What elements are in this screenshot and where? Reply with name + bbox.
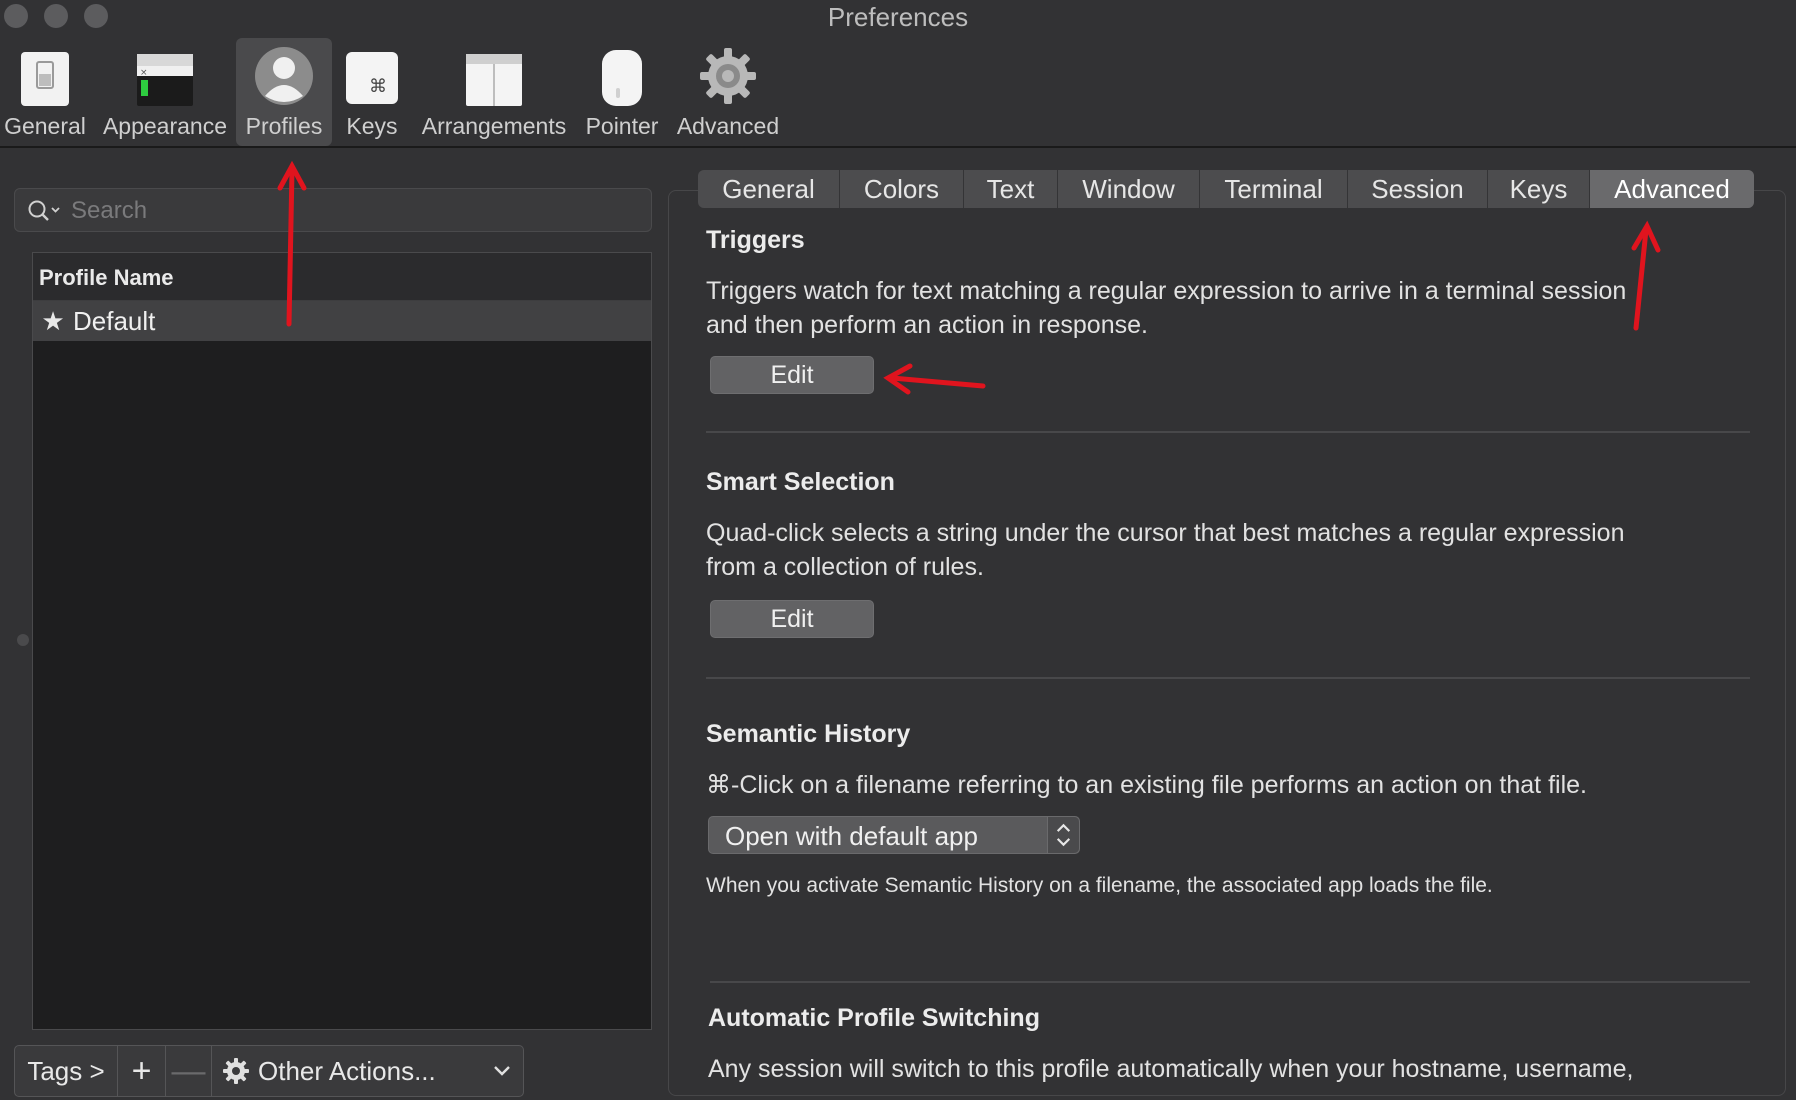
selected-action: Open with default app: [725, 821, 978, 851]
triggers-description-line2: and then perform an action in response.: [706, 311, 1148, 339]
profile-name-column-header[interactable]: Profile Name: [33, 253, 651, 301]
toolbar-general[interactable]: General: [0, 38, 90, 146]
toolbar-profiles[interactable]: Profiles: [236, 38, 332, 146]
svg-text:⌘: ⌘: [369, 76, 387, 97]
section-divider: [706, 677, 1750, 679]
automatic-profile-switching-heading: Automatic Profile Switching: [708, 1004, 1040, 1032]
semantic-history-note: When you activate Semantic History on a …: [706, 874, 1493, 897]
window-title: Preferences: [827, 2, 969, 32]
search-input[interactable]: [71, 195, 631, 227]
toolbar-appearance[interactable]: × Appearance: [100, 38, 230, 146]
section-divider: [710, 981, 1750, 983]
semantic-history-action-select[interactable]: Open with default app: [708, 816, 1080, 854]
chevron-down-icon: [494, 1066, 510, 1076]
tab-keys[interactable]: Keys: [1488, 170, 1590, 208]
appearance-window-icon: ×: [137, 54, 193, 106]
smart-selection-description-line1: Quad-click selects a string under the cu…: [706, 519, 1625, 547]
profile-row-default[interactable]: ★ Default: [33, 301, 651, 341]
gear-icon: [700, 48, 756, 104]
tab-general[interactable]: General: [698, 170, 840, 208]
gear-icon: [223, 1058, 249, 1084]
tab-terminal[interactable]: Terminal: [1200, 170, 1348, 208]
preferences-toolbar: General × Appearance Profiles ⌘ Keys Arr…: [0, 38, 1796, 148]
star-icon: ★: [41, 305, 65, 336]
smart-selection-heading: Smart Selection: [706, 468, 895, 496]
add-profile-button[interactable]: +: [118, 1045, 166, 1097]
edit-smart-selection-button[interactable]: Edit: [710, 600, 874, 638]
edit-triggers-button[interactable]: Edit: [710, 356, 874, 394]
remove-profile-button[interactable]: —: [166, 1045, 212, 1097]
toolbar-advanced[interactable]: Advanced: [670, 38, 786, 146]
other-actions-menu[interactable]: Other Actions...: [212, 1045, 524, 1097]
svg-text:×: ×: [140, 68, 148, 78]
up-down-chevron-icon: [1047, 817, 1079, 853]
semantic-history-heading: Semantic History: [706, 720, 911, 748]
tab-window[interactable]: Window: [1058, 170, 1200, 208]
general-switch-icon: [21, 52, 69, 106]
title-bar: Preferences: [0, 0, 1796, 36]
profile-settings-tabs: General Colors Text Window Terminal Sess…: [698, 170, 1754, 208]
search-icon: [28, 200, 60, 221]
profile-list: Profile Name ★ Default: [32, 252, 652, 1030]
tab-colors[interactable]: Colors: [840, 170, 964, 208]
command-key-icon: ⌘: [346, 52, 398, 104]
triggers-description-line1: Triggers watch for text matching a regul…: [706, 277, 1627, 305]
tab-advanced[interactable]: Advanced: [1590, 170, 1754, 208]
profile-search-field[interactable]: [14, 188, 652, 232]
tab-session[interactable]: Session: [1348, 170, 1488, 208]
automatic-profile-switching-description: Any session will switch to this profile …: [708, 1055, 1634, 1083]
section-divider: [706, 431, 1750, 433]
split-view-handle[interactable]: [17, 634, 29, 646]
smart-selection-description-line2: from a collection of rules.: [706, 553, 984, 581]
tab-text[interactable]: Text: [964, 170, 1058, 208]
tags-button[interactable]: Tags >: [14, 1045, 118, 1097]
toolbar-keys[interactable]: ⌘ Keys: [336, 38, 408, 146]
semantic-history-description: ⌘-Click on a filename referring to an ex…: [706, 771, 1587, 799]
profile-name: Default: [73, 305, 156, 336]
arrangements-window-icon: [466, 54, 522, 106]
toolbar-arrangements[interactable]: Arrangements: [416, 38, 572, 146]
mouse-icon: [602, 50, 642, 106]
triggers-heading: Triggers: [706, 226, 805, 254]
toolbar-pointer[interactable]: Pointer: [580, 38, 664, 146]
other-actions-label: Other Actions...: [258, 1055, 436, 1086]
profile-person-icon: [255, 47, 313, 105]
profile-actions-bar: Tags > + — Other Actions...: [14, 1045, 524, 1097]
